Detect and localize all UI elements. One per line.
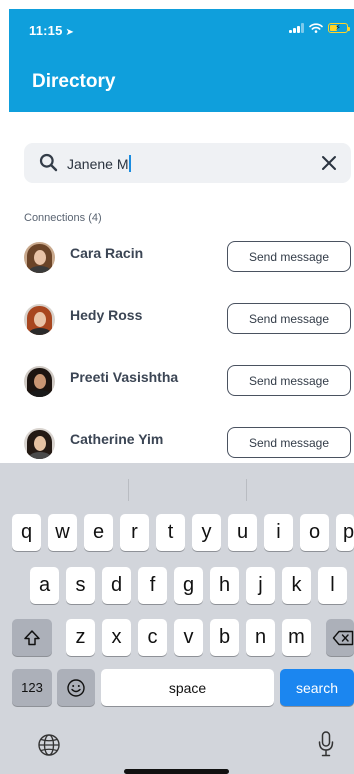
send-message-button[interactable]: Send message <box>227 365 351 396</box>
key-m[interactable]: m <box>282 619 311 656</box>
key-w[interactable]: w <box>48 514 77 551</box>
key-x[interactable]: x <box>102 619 131 656</box>
list-item: Cara Racin Send message <box>0 241 354 275</box>
key-c[interactable]: c <box>138 619 167 656</box>
emoji-key[interactable] <box>57 669 95 706</box>
key-v[interactable]: v <box>174 619 203 656</box>
search-value: Janene M <box>67 156 129 172</box>
home-indicator <box>124 769 229 774</box>
microphone-icon[interactable] <box>318 731 334 757</box>
search-icon <box>39 153 58 172</box>
time-text: 11:15 <box>29 23 63 38</box>
list-item: Hedy Ross Send message <box>0 303 354 337</box>
key-l[interactable]: l <box>318 567 347 604</box>
search-key[interactable]: search <box>280 669 354 706</box>
key-j[interactable]: j <box>246 567 275 604</box>
globe-icon[interactable] <box>37 733 61 757</box>
clear-search-icon[interactable] <box>321 155 337 171</box>
emoji-icon <box>67 678 85 697</box>
key-e[interactable]: e <box>84 514 113 551</box>
list-item: Catherine Yim Send message <box>0 427 354 461</box>
list-item: Preeti Vasishtha Send message <box>0 365 354 399</box>
battery-icon: ⚡ <box>328 23 350 33</box>
send-message-button[interactable]: Send message <box>227 303 351 334</box>
contact-name[interactable]: Hedy Ross <box>70 307 142 323</box>
key-h[interactable]: h <box>210 567 239 604</box>
key-z[interactable]: z <box>66 619 95 656</box>
key-r[interactable]: r <box>120 514 149 551</box>
send-message-button[interactable]: Send message <box>227 427 351 458</box>
key-a[interactable]: a <box>30 567 59 604</box>
location-arrow-icon: ➤ <box>65 27 75 38</box>
key-b[interactable]: b <box>210 619 239 656</box>
contact-name[interactable]: Cara Racin <box>70 245 143 261</box>
key-d[interactable]: d <box>102 567 131 604</box>
shift-key[interactable] <box>12 619 52 656</box>
delete-key[interactable] <box>326 619 354 656</box>
connections-heading: Connections (4) <box>24 212 102 224</box>
wifi-icon <box>309 23 323 33</box>
avatar <box>24 304 55 335</box>
avatar <box>24 428 55 459</box>
status-bar: 11:15 ➤ ⚡ <box>9 9 354 53</box>
status-time: 11:15 ➤ <box>29 23 74 38</box>
space-key[interactable]: space <box>101 669 274 706</box>
avatar <box>24 366 55 397</box>
page-title: Directory <box>32 71 116 92</box>
key-k[interactable]: k <box>282 567 311 604</box>
suggestion-divider <box>128 479 129 501</box>
shift-icon <box>24 629 40 645</box>
contact-name[interactable]: Preeti Vasishtha <box>70 369 178 385</box>
avatar <box>24 242 55 273</box>
search-input[interactable]: Janene M <box>24 143 351 183</box>
send-message-button[interactable]: Send message <box>227 241 351 272</box>
key-n[interactable]: n <box>246 619 275 656</box>
key-q[interactable]: q <box>12 514 41 551</box>
key-i[interactable]: i <box>264 514 293 551</box>
cellular-signal-icon <box>289 23 304 33</box>
numbers-key[interactable]: 123 <box>12 669 52 706</box>
status-icons: ⚡ <box>289 23 350 33</box>
app-header: 11:15 ➤ ⚡ Directory <box>9 9 354 112</box>
key-s[interactable]: s <box>66 567 95 604</box>
key-f[interactable]: f <box>138 567 167 604</box>
suggestion-divider <box>246 479 247 501</box>
key-y[interactable]: y <box>192 514 221 551</box>
search-query: Janene M <box>67 155 132 172</box>
key-t[interactable]: t <box>156 514 185 551</box>
key-u[interactable]: u <box>228 514 257 551</box>
text-caret <box>129 155 132 172</box>
contact-name[interactable]: Catherine Yim <box>70 431 163 447</box>
backspace-icon <box>332 630 354 645</box>
key-o[interactable]: o <box>300 514 329 551</box>
key-p[interactable]: p <box>336 514 354 551</box>
key-g[interactable]: g <box>174 567 203 604</box>
